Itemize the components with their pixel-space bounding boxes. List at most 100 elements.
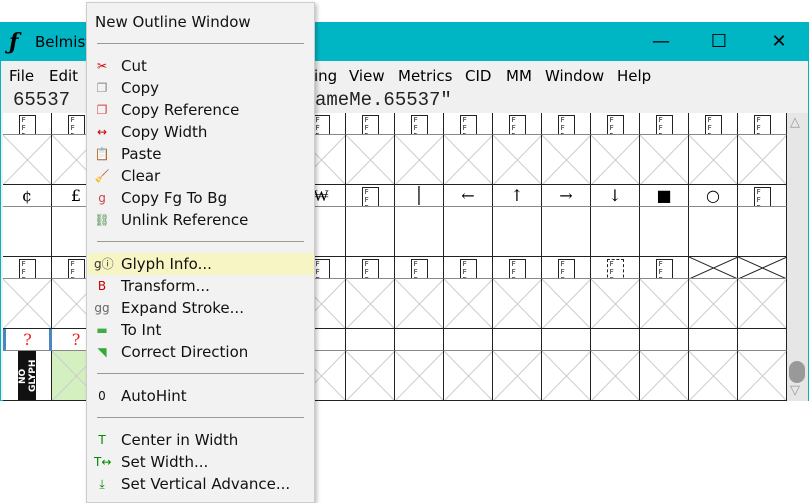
- glyph-label-cell[interactable]: [689, 329, 738, 351]
- glyph-cell[interactable]: [542, 279, 591, 329]
- glyph-label-cell[interactable]: FFDD: [640, 113, 689, 135]
- glyph-label-cell[interactable]: FFD7: [346, 113, 395, 135]
- glyph-cell[interactable]: [444, 279, 493, 329]
- glyph-cell[interactable]: [395, 279, 444, 329]
- glyph-label-cell[interactable]: [542, 329, 591, 351]
- glyph-cell[interactable]: [591, 279, 640, 329]
- glyph-cell[interactable]: [346, 351, 395, 401]
- glyph-cell[interactable]: [493, 279, 542, 329]
- glyph-cell[interactable]: [640, 351, 689, 401]
- menu-metrics[interactable]: Metrics: [398, 67, 452, 85]
- glyph-cell[interactable]: [493, 351, 542, 401]
- glyph-label-cell[interactable]: FFE7: [346, 185, 395, 207]
- glyph-cell[interactable]: [689, 135, 738, 185]
- menu-view[interactable]: View: [349, 67, 385, 85]
- glyph-cell[interactable]: [444, 207, 493, 257]
- glyph-label-cell[interactable]: [738, 329, 787, 351]
- glyph-cell[interactable]: [3, 135, 52, 185]
- glyph-cell[interactable]: NO GLYPH: [3, 351, 52, 401]
- glyph-label-cell[interactable]: ¢: [3, 185, 52, 207]
- glyph-cell[interactable]: [3, 279, 52, 329]
- glyph-label-cell[interactable]: FFD0: [3, 113, 52, 135]
- glyph-label-cell[interactable]: FFF0: [3, 257, 52, 279]
- menu-item-copy-fg-to-bg[interactable]: g Copy Fg To Bg: [88, 187, 314, 209]
- glyph-cell[interactable]: [493, 207, 542, 257]
- glyph-cell[interactable]: [689, 279, 738, 329]
- glyph-label-cell[interactable]: ■: [640, 185, 689, 207]
- menu-mm[interactable]: MM: [506, 67, 532, 85]
- glyph-cell[interactable]: [346, 279, 395, 329]
- menu-item-to-int[interactable]: ▬ To Int: [88, 319, 314, 341]
- glyph-label-cell[interactable]: FFFB: [542, 257, 591, 279]
- scroll-up-icon[interactable]: △: [790, 115, 800, 130]
- glyph-label-cell[interactable]: FFDA: [493, 113, 542, 135]
- menu-edit[interactable]: Edit: [49, 67, 78, 85]
- menu-item-copy-width[interactable]: ↔ Copy Width: [88, 121, 314, 143]
- glyph-label-cell[interactable]: FFDC: [591, 113, 640, 135]
- glyph-cell[interactable]: [346, 207, 395, 257]
- glyph-label-cell[interactable]: ↓: [591, 185, 640, 207]
- glyph-label-cell[interactable]: →: [542, 185, 591, 207]
- glyph-label-cell[interactable]: ○: [689, 185, 738, 207]
- glyph-label-cell[interactable]: FFDE: [689, 113, 738, 135]
- glyph-cell[interactable]: [542, 207, 591, 257]
- menu-item-copy[interactable]: ❐ Copy: [88, 77, 314, 99]
- menu-item-transform[interactable]: B Transform...: [88, 275, 314, 297]
- glyph-cell[interactable]: [591, 207, 640, 257]
- glyph-label-cell[interactable]: [640, 329, 689, 351]
- glyph-cell[interactable]: [640, 279, 689, 329]
- maximize-button[interactable]: ☐: [704, 29, 734, 55]
- menu-item-clear[interactable]: 🧹 Clear: [88, 165, 314, 187]
- glyph-label-cell[interactable]: FFF7: [346, 257, 395, 279]
- glyph-cell[interactable]: [640, 135, 689, 185]
- glyph-cell[interactable]: [542, 351, 591, 401]
- glyph-cell[interactable]: [738, 351, 787, 401]
- glyph-cell[interactable]: [395, 135, 444, 185]
- glyph-cell[interactable]: [689, 207, 738, 257]
- glyph-label-cell[interactable]: FFFC: [591, 257, 640, 279]
- menu-item-cut[interactable]: ✂ Cut: [88, 55, 314, 77]
- menu-cid[interactable]: CID: [465, 67, 491, 85]
- glyph-cell[interactable]: [689, 351, 738, 401]
- glyph-cell[interactable]: [542, 135, 591, 185]
- menu-item-glyph-info[interactable]: gⓘ Glyph Info...: [88, 253, 314, 275]
- glyph-label-cell[interactable]: FFD8: [395, 113, 444, 135]
- menu-window[interactable]: Window: [545, 67, 604, 85]
- glyph-cell[interactable]: [591, 135, 640, 185]
- menu-ing[interactable]: ing: [314, 67, 337, 85]
- glyph-label-cell[interactable]: [689, 257, 738, 279]
- glyph-cell[interactable]: [346, 135, 395, 185]
- glyph-label-cell[interactable]: [738, 257, 787, 279]
- menu-item-paste[interactable]: 📋 Paste: [88, 143, 314, 165]
- glyph-label-cell[interactable]: ←: [444, 185, 493, 207]
- glyph-cell[interactable]: [640, 207, 689, 257]
- menu-item-new-outline-window[interactable]: New Outline Window: [88, 11, 314, 33]
- scroll-thumb[interactable]: [789, 361, 805, 383]
- glyph-label-cell[interactable]: │: [395, 185, 444, 207]
- menu-item-correct-direction[interactable]: ◥ Correct Direction: [88, 341, 314, 363]
- glyph-label-cell[interactable]: [591, 329, 640, 351]
- glyph-cell[interactable]: [591, 351, 640, 401]
- glyph-label-cell[interactable]: FFDF: [738, 113, 787, 135]
- vertical-scrollbar[interactable]: △ ▽: [787, 113, 808, 401]
- glyph-label-cell[interactable]: ↑: [493, 185, 542, 207]
- menu-item-set-width[interactable]: T↔ Set Width...: [88, 451, 314, 473]
- glyph-cell[interactable]: [493, 135, 542, 185]
- close-button[interactable]: ✕: [764, 29, 794, 55]
- menu-item-expand-stroke[interactable]: gg Expand Stroke...: [88, 297, 314, 319]
- glyph-label-cell[interactable]: [444, 329, 493, 351]
- glyph-cell[interactable]: [738, 279, 787, 329]
- menu-help[interactable]: Help: [617, 67, 651, 85]
- glyph-cell[interactable]: [444, 135, 493, 185]
- glyph-label-cell[interactable]: ?: [3, 329, 52, 351]
- minimize-button[interactable]: —: [646, 29, 676, 55]
- glyph-label-cell[interactable]: FFFD: [640, 257, 689, 279]
- menu-item-unlink-reference[interactable]: ⛓ Unlink Reference: [88, 209, 314, 231]
- glyph-label-cell[interactable]: FFFA: [493, 257, 542, 279]
- menu-item-set-vertical-advance[interactable]: ⤓ Set Vertical Advance...: [88, 473, 314, 495]
- glyph-cell[interactable]: [3, 207, 52, 257]
- glyph-cell[interactable]: [738, 135, 787, 185]
- glyph-cell[interactable]: [738, 207, 787, 257]
- glyph-cell[interactable]: [395, 351, 444, 401]
- glyph-label-cell[interactable]: FFDB: [542, 113, 591, 135]
